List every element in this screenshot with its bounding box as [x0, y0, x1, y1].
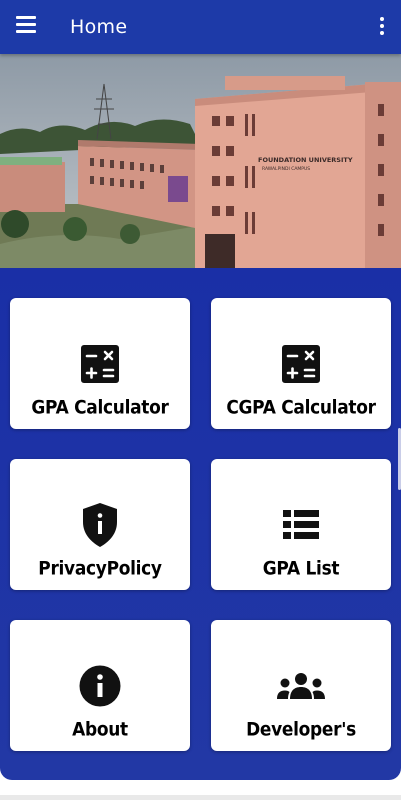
group-icon [211, 665, 391, 707]
app-bar: Home [0, 0, 401, 54]
bottom-edge [0, 795, 401, 800]
building-sign-line2: RAWALPINDI CAMPUS [262, 166, 310, 172]
about-card[interactable]: About [10, 620, 190, 751]
card-label: About [72, 719, 128, 741]
calculator-icon [10, 343, 190, 385]
card-label: GPA Calculator [31, 397, 169, 419]
calculator-icon [211, 343, 391, 385]
card-label: PrivacyPolicy [38, 558, 162, 580]
privacy-policy-card[interactable]: PrivacyPolicy [10, 459, 190, 590]
cgpa-calculator-card[interactable]: CGPA Calculator [211, 298, 391, 429]
menu-icon[interactable] [16, 16, 38, 34]
card-label: CGPA Calculator [226, 397, 376, 419]
building-sign-line1: FOUNDATION UNIVERSITY [258, 156, 353, 164]
gpa-list-card[interactable]: GPA List [211, 459, 391, 590]
card-label: GPA List [262, 558, 340, 580]
info-circle-icon [10, 665, 190, 707]
list-icon [211, 504, 391, 546]
more-options-icon[interactable] [377, 17, 387, 37]
developers-card[interactable]: Developer's [211, 620, 391, 751]
dashboard-grid: GPA Calculator CGPA Calculator PrivacyPo… [0, 268, 401, 780]
campus-banner-image: FOUNDATION UNIVERSITY RAWALPINDI CAMPUS [0, 54, 401, 268]
shield-info-icon [10, 503, 190, 547]
card-label: Developer's [246, 719, 356, 741]
gpa-calculator-card[interactable]: GPA Calculator [10, 298, 190, 429]
page-title: Home [70, 16, 128, 38]
